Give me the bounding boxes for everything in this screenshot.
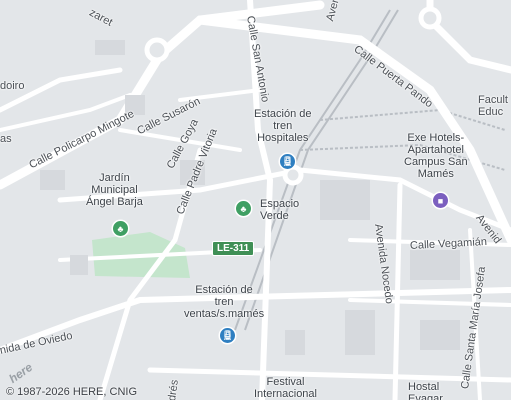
train-icon[interactable]: 🚆︎ bbox=[220, 328, 235, 343]
roundabout bbox=[144, 37, 170, 63]
poi-label-festival[interactable]: Festival Internacional bbox=[254, 376, 317, 400]
poi-label-estacion-ventas[interactable]: Estación de tren ventas/s.mamés bbox=[184, 284, 264, 320]
poi-label-estacion-hospitales[interactable]: Estación de tren Hospitales bbox=[254, 108, 311, 144]
poi-label-exe-hotels[interactable]: Exe Hotels- Apartahotel Campus San Mamés bbox=[404, 132, 468, 180]
place-label-facultad: Facult Educ bbox=[478, 94, 508, 118]
route-badge-le-311: LE-311 bbox=[212, 241, 255, 256]
park-icon[interactable]: ♣ bbox=[113, 221, 128, 236]
copyright-text: © 1987-2026 HERE, CNIG bbox=[6, 386, 137, 398]
train-icon[interactable]: 🚆︎ bbox=[280, 154, 295, 169]
roundabout bbox=[282, 164, 304, 186]
map-canvas[interactable]: Calle Policarpo Mingote Calle Susarón Ca… bbox=[0, 0, 511, 400]
street-label-oiro: doiro bbox=[0, 80, 25, 92]
street-label-as: as bbox=[0, 133, 12, 145]
poi-label-espacio-verde[interactable]: Espacio Verde bbox=[260, 198, 299, 222]
poi-label-hostal[interactable]: Hostal Evagar bbox=[408, 381, 443, 400]
roundabout bbox=[418, 6, 442, 30]
park-icon[interactable]: ♣ bbox=[236, 201, 251, 216]
poi-label-jardin[interactable]: Jardín Municipal Ángel Barja bbox=[86, 172, 143, 208]
hotel-icon[interactable]: ■ bbox=[433, 193, 448, 208]
